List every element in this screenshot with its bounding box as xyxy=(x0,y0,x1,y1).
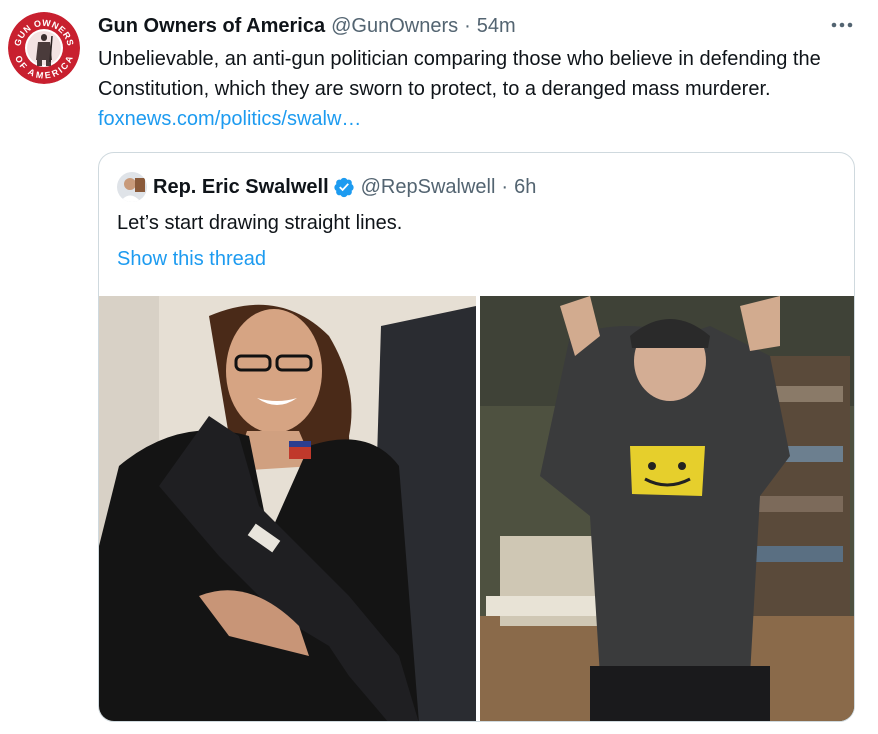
tweet-link[interactable]: foxnews.com/politics/swalw… xyxy=(98,108,361,130)
quote-separator: · xyxy=(501,175,509,198)
more-button[interactable] xyxy=(828,14,856,36)
display-name[interactable]: Gun Owners of America xyxy=(98,15,325,38)
separator: · xyxy=(464,14,471,37)
quote-display-name[interactable]: Rep. Eric Swalwell xyxy=(153,176,329,199)
tweet-body: Unbelievable, an anti-gun politician com… xyxy=(98,48,821,100)
quote-avatar[interactable] xyxy=(117,172,147,202)
photo-young-man-with-helmet[interactable] xyxy=(480,296,854,721)
more-horizontal-icon xyxy=(831,22,853,28)
gun-owners-of-america-logo-icon: GUN OWNERS OF AMERICA xyxy=(8,12,80,84)
show-thread-link[interactable]: Show this thread xyxy=(117,245,266,273)
verified-badge-icon xyxy=(334,177,354,198)
tweet-header: Gun Owners of America @GunOwners · 54m xyxy=(98,12,858,40)
avatar[interactable]: GUN OWNERS OF AMERICA xyxy=(8,12,80,84)
quote-timestamp[interactable]: 6h xyxy=(514,176,536,199)
quoted-tweet[interactable]: Rep. Eric Swalwell @RepSwalwell · 6h Let… xyxy=(98,152,855,722)
handle[interactable]: @GunOwners xyxy=(331,15,458,38)
quote-handle[interactable]: @RepSwalwell xyxy=(361,176,496,199)
quote-text: Let’s start drawing straight lines. xyxy=(117,212,403,234)
quote-avatar-icon xyxy=(117,172,147,202)
photo-young-man-with-helmet-image xyxy=(480,296,854,721)
photo-woman-with-rifle[interactable] xyxy=(99,296,476,721)
tweet-text: Unbelievable, an anti-gun politician com… xyxy=(98,44,858,134)
photo-woman-with-rifle-image xyxy=(99,296,476,721)
tweet[interactable]: GUN OWNERS OF AMERICA Gun Owners of Amer… xyxy=(0,0,878,734)
media-grid xyxy=(99,296,854,721)
quote-header: Rep. Eric Swalwell @RepSwalwell · 6h xyxy=(117,172,836,202)
timestamp[interactable]: 54m xyxy=(477,15,516,38)
